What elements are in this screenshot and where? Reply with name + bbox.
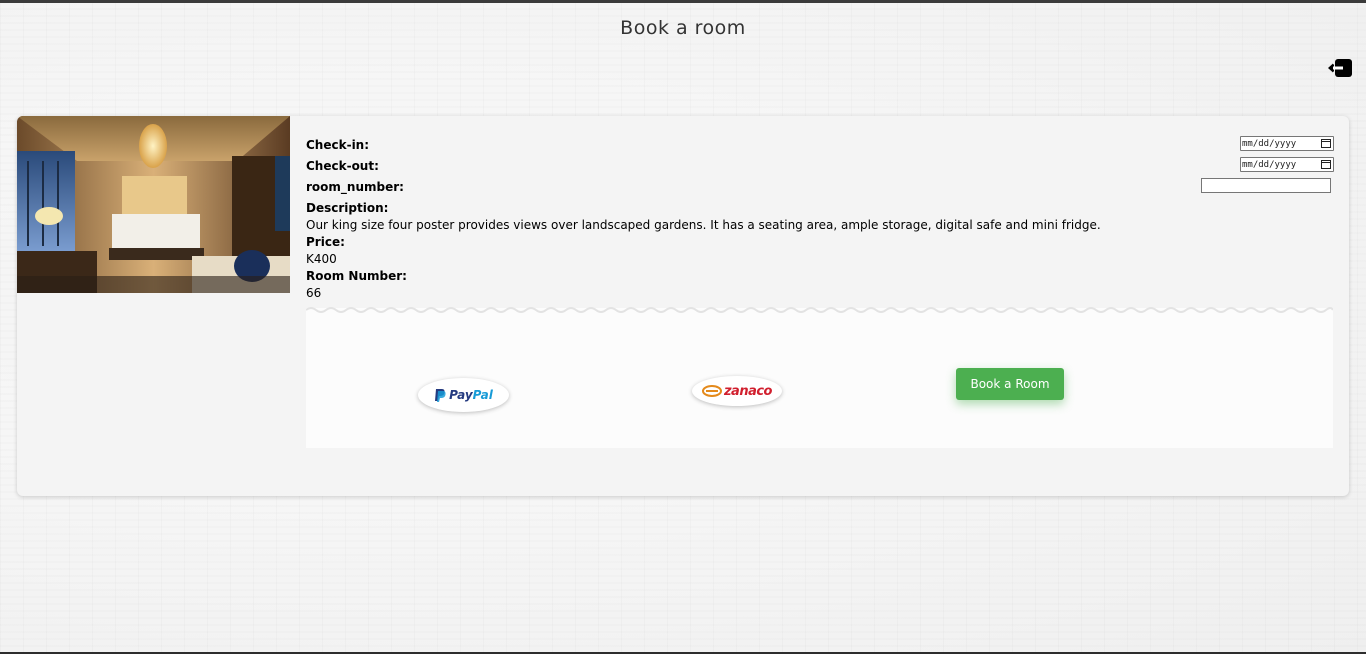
calendar-icon[interactable] — [1321, 160, 1331, 169]
room-number-value: 66 — [306, 286, 322, 300]
price-label: Price: — [306, 235, 345, 249]
calendar-icon[interactable] — [1321, 139, 1331, 148]
room-image — [17, 116, 290, 293]
checkout-label: Check-out: — [306, 159, 379, 173]
paypal-pal-text: Pal — [472, 388, 493, 402]
description-label: Description: — [306, 201, 389, 215]
room-number-heading: Room Number: — [306, 269, 407, 283]
checkin-date-placeholder: mm/dd/yyyy — [1242, 138, 1297, 149]
room-number-input[interactable] — [1201, 178, 1331, 193]
paypal-button[interactable]: PayPal — [418, 378, 509, 412]
page-title: Book a room — [620, 17, 746, 39]
payment-panel: PayPal zanaco Book a Room — [306, 307, 1333, 448]
room-price: K400 — [306, 252, 337, 266]
room-description: Our king size four poster provides views… — [306, 218, 1101, 232]
wave-divider — [306, 307, 1333, 313]
logout-icon[interactable] — [1327, 58, 1353, 78]
room-booking-card: Check-in: mm/dd/yyyy Check-out: mm/dd/yy… — [17, 116, 1349, 496]
top-border — [0, 0, 1366, 3]
checkout-date-placeholder: mm/dd/yyyy — [1242, 159, 1297, 170]
paypal-pay-text: Pay — [449, 388, 473, 402]
zanaco-logo-text: zanaco — [723, 383, 773, 399]
zanaco-icon — [701, 385, 722, 397]
checkout-date-input[interactable]: mm/dd/yyyy — [1240, 157, 1334, 172]
paypal-icon — [435, 389, 446, 402]
checkin-date-input[interactable]: mm/dd/yyyy — [1240, 136, 1334, 151]
zanaco-button[interactable]: zanaco — [692, 376, 782, 406]
paypal-logo-text: PayPal — [449, 388, 493, 402]
checkin-label: Check-in: — [306, 138, 370, 152]
book-room-button[interactable]: Book a Room — [956, 368, 1064, 400]
room-number-label: room_number: — [306, 180, 404, 194]
